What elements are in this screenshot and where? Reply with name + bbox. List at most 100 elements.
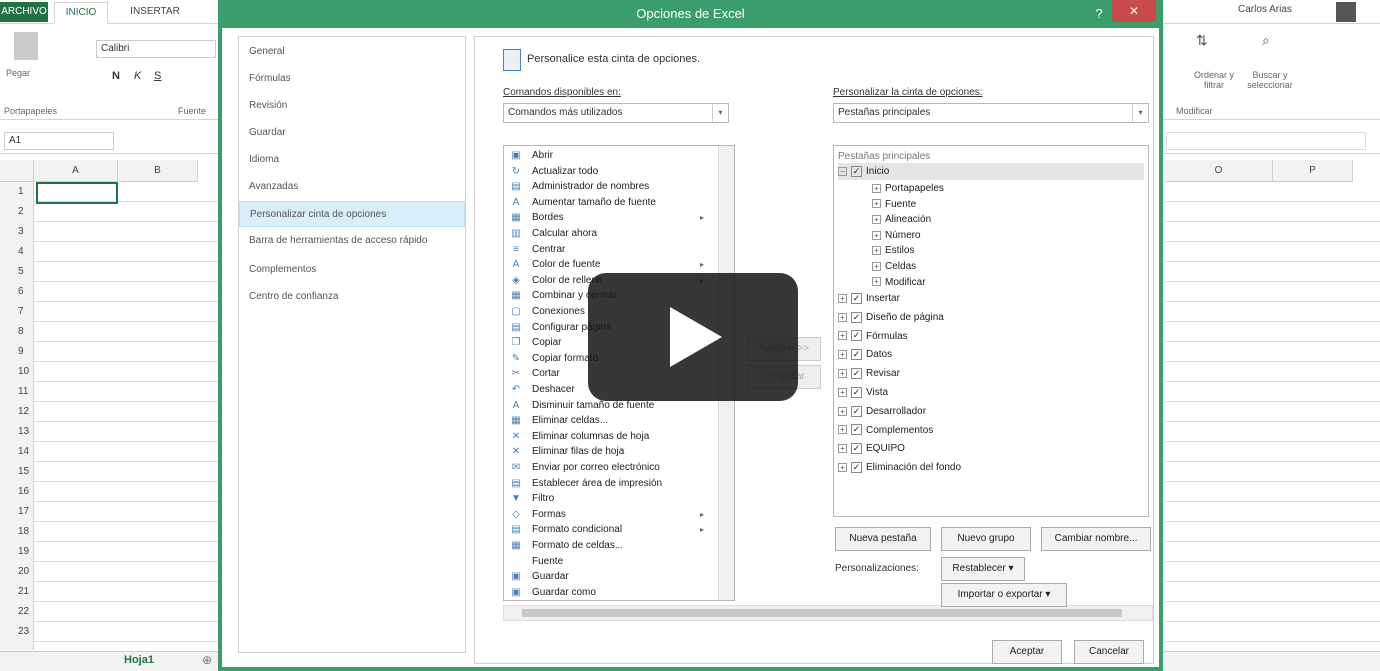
tree-group[interactable]: + Modificar <box>872 274 926 291</box>
expand-icon[interactable]: + <box>872 230 881 240</box>
command-item[interactable]: ▣ Guardar <box>504 569 714 585</box>
tree-group[interactable]: + Estilos <box>872 242 914 259</box>
row-header[interactable]: 20 <box>0 562 34 582</box>
row-header[interactable]: 7 <box>0 302 34 322</box>
tree-tab[interactable]: + ✓ Vista <box>838 384 888 401</box>
command-item[interactable]: ▤ Formato condicional ▸ <box>504 522 714 538</box>
tab-insertar[interactable]: INSERTAR <box>110 2 200 22</box>
row-header[interactable]: 16 <box>0 482 34 502</box>
user-name[interactable]: Carlos Arias <box>1238 4 1292 15</box>
command-item[interactable]: ▤ Establecer área de impresión <box>504 476 714 492</box>
row-header[interactable]: 15 <box>0 462 34 482</box>
horizontal-scrollbar[interactable] <box>503 605 1153 621</box>
checkbox[interactable]: ✓ <box>851 349 862 361</box>
column-header-o[interactable]: O <box>1165 160 1273 182</box>
row-header[interactable]: 12 <box>0 402 34 422</box>
expand-icon[interactable]: + <box>872 199 881 209</box>
expand-icon[interactable]: + <box>838 387 847 397</box>
find-select-button[interactable]: Buscar y seleccionar <box>1240 70 1300 90</box>
command-item[interactable]: ◇ Formas ▸ <box>504 507 714 523</box>
nav-revision[interactable]: Revisión <box>239 93 465 119</box>
row-header[interactable]: 22 <box>0 602 34 622</box>
active-cell[interactable] <box>36 182 118 204</box>
expand-icon[interactable]: + <box>838 463 847 473</box>
command-item[interactable]: ▥ Calcular ahora <box>504 226 714 242</box>
cell-grid-right[interactable] <box>1165 182 1380 650</box>
nav-complementos[interactable]: Complementos <box>239 257 465 283</box>
command-item[interactable]: ↻ Actualizar todo <box>504 164 714 180</box>
tree-tab[interactable]: + ✓ Datos <box>838 346 892 363</box>
row-header[interactable]: 3 <box>0 222 34 242</box>
tree-root-inicio[interactable]: − ✓ Inicio <box>838 163 1144 180</box>
row-header[interactable]: 1 <box>0 182 34 202</box>
italic-button[interactable]: K <box>134 70 141 82</box>
row-header[interactable]: 11 <box>0 382 34 402</box>
tree-tab[interactable]: + ✓ Desarrollador <box>838 403 926 420</box>
nav-personalizar-cinta[interactable]: Personalizar cinta de opciones <box>239 201 465 227</box>
column-header-b[interactable]: B <box>118 160 198 182</box>
expand-icon[interactable]: + <box>872 277 881 287</box>
expand-icon[interactable]: + <box>838 331 847 341</box>
row-header[interactable]: 10 <box>0 362 34 382</box>
tree-tab[interactable]: + ✓ Diseño de página <box>838 309 944 326</box>
expand-icon[interactable]: + <box>838 406 847 416</box>
column-header-p[interactable]: P <box>1273 160 1353 182</box>
reset-button[interactable]: Restablecer ▾ <box>941 557 1025 581</box>
nav-barra-acceso-rapido[interactable]: Barra de herramientas de acceso rápido <box>239 228 465 254</box>
add-sheet-icon[interactable]: ⊕ <box>202 653 212 667</box>
command-item[interactable]: ▣ Guardar como <box>504 585 714 600</box>
command-item[interactable]: ▦ Eliminar celdas... <box>504 413 714 429</box>
command-item[interactable]: ✉ Enviar por correo electrónico <box>504 460 714 476</box>
expand-icon[interactable]: + <box>838 312 847 322</box>
row-header[interactable]: 5 <box>0 262 34 282</box>
nav-guardar[interactable]: Guardar <box>239 120 465 146</box>
column-header-a[interactable]: A <box>34 160 118 182</box>
play-button[interactable] <box>588 273 798 401</box>
expand-icon[interactable]: + <box>838 444 847 454</box>
checkbox[interactable]: ✓ <box>851 368 862 380</box>
select-all-corner[interactable] <box>0 160 34 182</box>
checkbox[interactable]: ✓ <box>851 165 862 177</box>
command-item[interactable]: ▣ Abrir <box>504 148 714 164</box>
row-header[interactable]: 8 <box>0 322 34 342</box>
avatar[interactable] <box>1336 2 1356 22</box>
name-box[interactable]: A1 <box>4 132 114 150</box>
ribbon-combo[interactable]: Pestañas principales ▾ <box>833 103 1149 123</box>
row-header[interactable]: 14 <box>0 442 34 462</box>
commands-combo[interactable]: Comandos más utilizados ▾ <box>503 103 729 123</box>
import-export-button[interactable]: Importar o exportar ▾ <box>941 583 1067 607</box>
new-group-button[interactable]: Nuevo grupo <box>941 527 1031 551</box>
nav-idioma[interactable]: Idioma <box>239 147 465 173</box>
row-header[interactable]: 6 <box>0 282 34 302</box>
paste-label[interactable]: Pegar <box>6 68 30 78</box>
sheet-tab[interactable]: Hoja1 <box>124 654 154 666</box>
new-tab-button[interactable]: Nueva pestaña <box>835 527 931 551</box>
row-header[interactable]: 13 <box>0 422 34 442</box>
close-button[interactable]: ✕ <box>1112 0 1156 22</box>
tree-tab[interactable]: + ✓ Fórmulas <box>838 328 908 345</box>
tree-tab[interactable]: + ✓ Insertar <box>838 290 900 307</box>
checkbox[interactable]: ✓ <box>851 424 862 436</box>
checkbox[interactable]: ✓ <box>851 330 862 342</box>
rename-button[interactable]: Cambiar nombre... <box>1041 527 1151 551</box>
command-item[interactable]: A Color de fuente ▸ <box>504 257 714 273</box>
command-item[interactable]: A Aumentar tamaño de fuente <box>504 195 714 211</box>
nav-general[interactable]: General <box>239 39 465 65</box>
sort-icon[interactable]: ⇅ <box>1196 32 1208 49</box>
row-header[interactable]: 19 <box>0 542 34 562</box>
cell-grid[interactable] <box>34 182 222 650</box>
tab-inicio[interactable]: INICIO <box>54 2 108 24</box>
tree-group[interactable]: + Alineación <box>872 211 931 228</box>
row-header[interactable]: 21 <box>0 582 34 602</box>
expand-icon[interactable]: + <box>872 261 881 271</box>
font-name-combo[interactable]: Calibri <box>96 40 216 58</box>
checkbox[interactable]: ✓ <box>851 405 862 417</box>
tab-archivo[interactable]: ARCHIVO <box>0 2 48 22</box>
sort-filter-button[interactable]: Ordenar y filtrar <box>1184 70 1244 90</box>
formula-input[interactable] <box>1166 132 1366 150</box>
expand-icon[interactable]: + <box>838 369 847 379</box>
tree-tab[interactable]: + ✓ Revisar <box>838 365 900 382</box>
tree-group[interactable]: + Celdas <box>872 258 916 275</box>
bold-button[interactable]: N <box>112 70 120 82</box>
row-header[interactable]: 23 <box>0 622 34 642</box>
